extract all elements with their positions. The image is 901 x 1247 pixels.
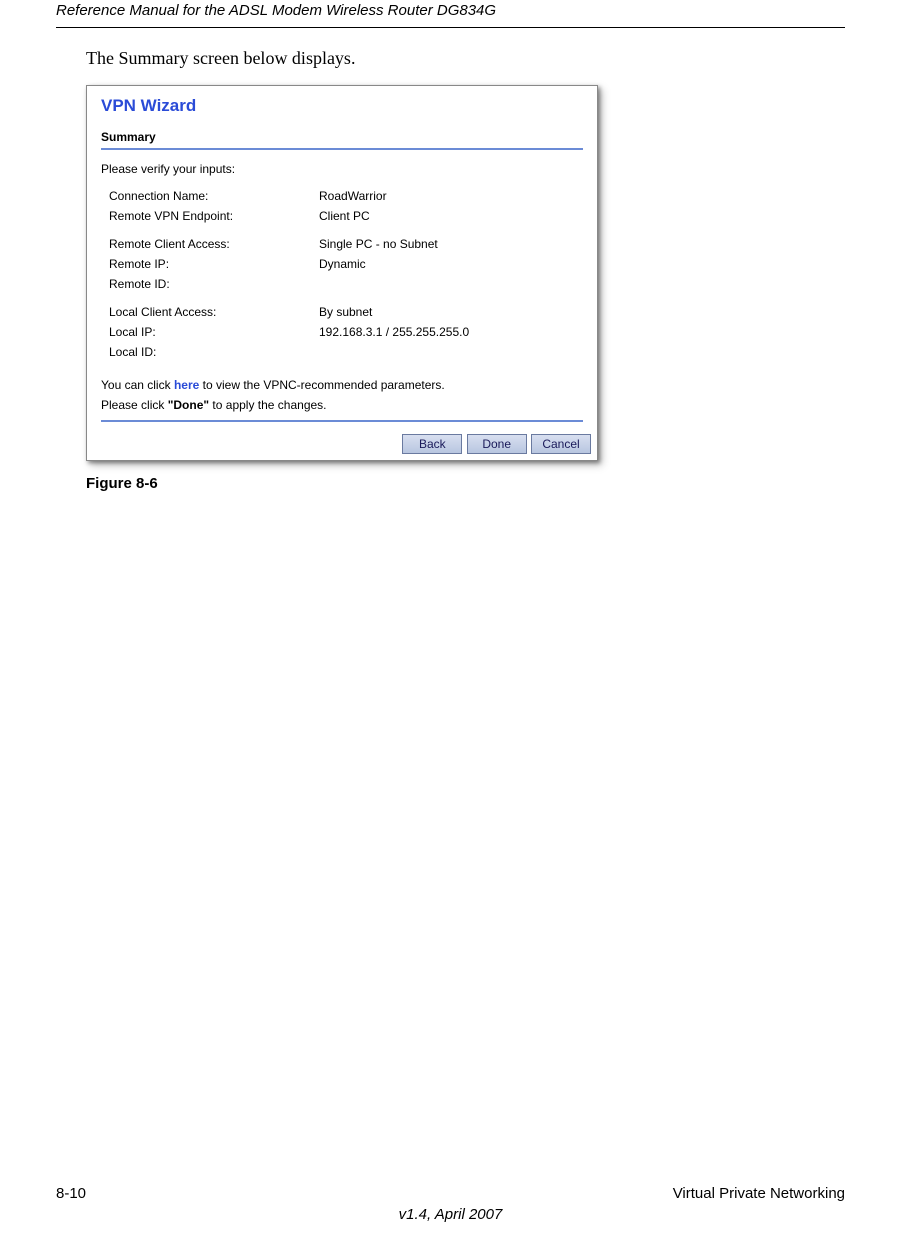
local-ip-value: 192.168.3.1 / 255.255.255.0 (319, 325, 583, 339)
back-button[interactable]: Back (402, 434, 462, 454)
remote-ip-value: Dynamic (319, 257, 583, 271)
wizard-button-bar: Back Done Cancel (87, 430, 597, 460)
note1-pre: You can click (101, 378, 174, 392)
vpnc-note: You can click here to view the VPNC-reco… (101, 378, 583, 392)
connection-name-label: Connection Name: (109, 189, 319, 203)
footer-version: v1.4, April 2007 (56, 1206, 845, 1223)
local-id-value (319, 345, 583, 359)
remote-access-label: Remote Client Access: (109, 237, 319, 251)
running-header: Reference Manual for the ADSL Modem Wire… (56, 0, 845, 27)
remote-access-value: Single PC - no Subnet (319, 237, 583, 251)
connection-name-value: RoadWarrior (319, 189, 583, 203)
remote-endpoint-label: Remote VPN Endpoint: (109, 209, 319, 223)
remote-id-label: Remote ID: (109, 277, 319, 291)
note1-post: to view the VPNC-recommended parameters. (199, 378, 444, 392)
row-remote-ip: Remote IP: Dynamic (101, 254, 583, 274)
remote-endpoint-value: Client PC (319, 209, 583, 223)
separator-rule-bottom (101, 420, 583, 422)
vpnc-here-link[interactable]: here (174, 378, 199, 392)
page-footer: 8-10 Virtual Private Networking v1.4, Ap… (56, 1185, 845, 1223)
local-ip-label: Local IP: (109, 325, 319, 339)
remote-id-value (319, 277, 583, 291)
footer-section: Virtual Private Networking (673, 1185, 845, 1202)
row-connection-name: Connection Name: RoadWarrior (101, 186, 583, 206)
page-number: 8-10 (56, 1185, 86, 1202)
row-remote-id: Remote ID: (101, 274, 583, 294)
local-access-label: Local Client Access: (109, 305, 319, 319)
note2-post: to apply the changes. (209, 398, 326, 412)
local-access-value: By subnet (319, 305, 583, 319)
wizard-subtitle: Summary (101, 130, 583, 144)
done-button[interactable]: Done (467, 434, 527, 454)
separator-rule (101, 148, 583, 150)
note2-strong: "Done" (168, 398, 209, 412)
remote-ip-label: Remote IP: (109, 257, 319, 271)
wizard-title: VPN Wizard (101, 96, 583, 116)
done-note: Please click "Done" to apply the changes… (101, 398, 583, 412)
row-remote-access: Remote Client Access: Single PC - no Sub… (101, 234, 583, 254)
intro-paragraph: The Summary screen below displays. (56, 48, 845, 69)
figure-caption: Figure 8-6 (56, 475, 845, 492)
row-local-access: Local Client Access: By subnet (101, 302, 583, 322)
figure-container: VPN Wizard Summary Please verify your in… (56, 85, 845, 461)
row-remote-endpoint: Remote VPN Endpoint: Client PC (101, 206, 583, 226)
cancel-button[interactable]: Cancel (531, 434, 591, 454)
row-local-ip: Local IP: 192.168.3.1 / 255.255.255.0 (101, 322, 583, 342)
local-id-label: Local ID: (109, 345, 319, 359)
header-rule (56, 27, 845, 28)
note2-pre: Please click (101, 398, 168, 412)
row-local-id: Local ID: (101, 342, 583, 362)
vpn-wizard-dialog: VPN Wizard Summary Please verify your in… (86, 85, 598, 461)
verify-label: Please verify your inputs: (101, 162, 583, 176)
